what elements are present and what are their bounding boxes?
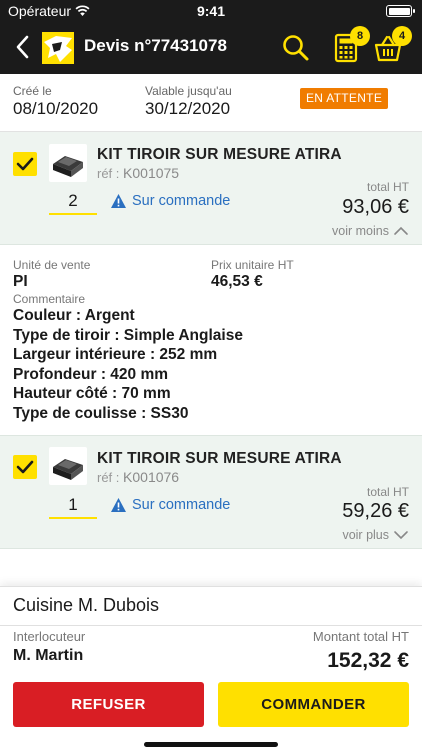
item-checkbox[interactable] xyxy=(13,152,37,176)
quote-item: KIT TIROIR SUR MESURE ATIRA réf : K00107… xyxy=(0,132,422,245)
quantity-input[interactable]: 1 xyxy=(49,495,97,519)
chevron-up-icon xyxy=(394,226,408,235)
contact-label: Interlocuteur xyxy=(13,629,86,644)
divider xyxy=(0,625,422,626)
calculator-badge: 8 xyxy=(350,26,370,46)
warning-icon xyxy=(111,194,126,208)
total-amount: 152,32 € xyxy=(327,649,409,672)
cart-badge: 4 xyxy=(392,26,412,46)
chevron-left-icon[interactable] xyxy=(12,34,34,60)
product-ref: réf : K001075 xyxy=(97,165,179,181)
item-details: Unité de vente PI Prix unitaire HT 46,53… xyxy=(0,245,422,435)
unit-value: PI xyxy=(13,273,28,290)
spec-line: Type de coulisse : SS30 xyxy=(13,405,189,422)
spec-line: Couleur : Argent xyxy=(13,307,135,324)
quote-item: KIT TIROIR SUR MESURE ATIRA réf : K00107… xyxy=(0,435,422,549)
total-label: total HT xyxy=(366,180,409,194)
valid-date: 30/12/2020 xyxy=(145,99,231,118)
toggle-label: voir moins xyxy=(332,224,389,238)
contact-value: M. Martin xyxy=(13,647,84,664)
status-badge: EN ATTENTE xyxy=(300,88,389,109)
total-amount-label: Montant total HT xyxy=(312,629,409,644)
ref-code: K001075 xyxy=(123,165,180,181)
unit-price-value: 46,53 € xyxy=(211,273,263,290)
unit-label: Unité de vente xyxy=(13,258,91,272)
order-button[interactable]: COMMANDER xyxy=(218,682,409,727)
product-thumbnail xyxy=(49,144,87,182)
availability-status: Sur commande xyxy=(110,193,230,209)
chevron-down-icon xyxy=(394,531,408,540)
unit-price-label: Prix unitaire HT xyxy=(211,258,294,272)
ref-code: K001076 xyxy=(123,469,180,485)
calculator-button[interactable]: 8 xyxy=(330,26,370,64)
product-name: KIT TIROIR SUR MESURE ATIRA xyxy=(97,146,342,163)
product-thumbnail xyxy=(49,447,87,485)
see-more-toggle[interactable]: voir plus xyxy=(342,528,409,542)
project-name: Cuisine M. Dubois xyxy=(13,595,160,615)
ref-label: réf : xyxy=(97,166,120,181)
ref-label: réf : xyxy=(97,470,120,485)
drawer-image xyxy=(53,459,83,480)
created-date: 08/10/2020 xyxy=(13,99,99,118)
clock: 9:41 xyxy=(196,3,226,19)
check-icon xyxy=(16,157,34,171)
search-button[interactable] xyxy=(280,32,312,64)
item-total: 93,06 € xyxy=(342,196,409,218)
total-label: total HT xyxy=(366,485,409,499)
quantity-input[interactable]: 2 xyxy=(49,191,97,215)
nav-bar: Devis n°77431078 8 4 xyxy=(0,22,422,74)
spec-line: Largeur intérieure : 252 mm xyxy=(13,346,218,363)
availability-status: Sur commande xyxy=(110,497,230,513)
battery-icon xyxy=(386,5,415,17)
cart-button[interactable]: 4 xyxy=(372,26,412,64)
spec-line: Hauteur côté : 70 mm xyxy=(13,385,171,402)
spec-line: Type de tiroir : Simple Anglaise xyxy=(13,327,243,344)
see-less-toggle[interactable]: voir moins xyxy=(332,224,409,238)
brand-logo xyxy=(42,32,74,64)
refuse-button[interactable]: REFUSER xyxy=(13,682,204,727)
item-total: 59,26 € xyxy=(342,500,409,522)
spec-line: Profondeur : 420 mm xyxy=(13,366,169,383)
created-label: Créé le xyxy=(13,84,52,98)
quote-summary: Cuisine M. Dubois Interlocuteur M. Marti… xyxy=(0,586,422,750)
comment-label: Commentaire xyxy=(13,292,86,306)
check-icon xyxy=(16,460,34,474)
drawer-image xyxy=(53,156,83,177)
product-ref: réf : K001076 xyxy=(97,469,179,485)
home-indicator xyxy=(144,742,278,747)
toggle-label: voir plus xyxy=(342,528,389,542)
valid-label: Valable jusqu'au xyxy=(145,84,232,98)
warning-icon xyxy=(111,498,126,512)
search-icon xyxy=(283,35,309,61)
availability-text: Sur commande xyxy=(132,193,231,209)
quote-info: Créé le 08/10/2020 Valable jusqu'au 30/1… xyxy=(0,74,422,132)
availability-text: Sur commande xyxy=(132,497,231,513)
item-checkbox[interactable] xyxy=(13,455,37,479)
top-bar: Opérateur 9:41 Devis n°77431078 8 4 xyxy=(0,0,422,74)
page-title: Devis n°77431078 xyxy=(84,36,227,55)
product-name: KIT TIROIR SUR MESURE ATIRA xyxy=(97,450,342,467)
status-bar: Opérateur 9:41 xyxy=(0,0,422,22)
